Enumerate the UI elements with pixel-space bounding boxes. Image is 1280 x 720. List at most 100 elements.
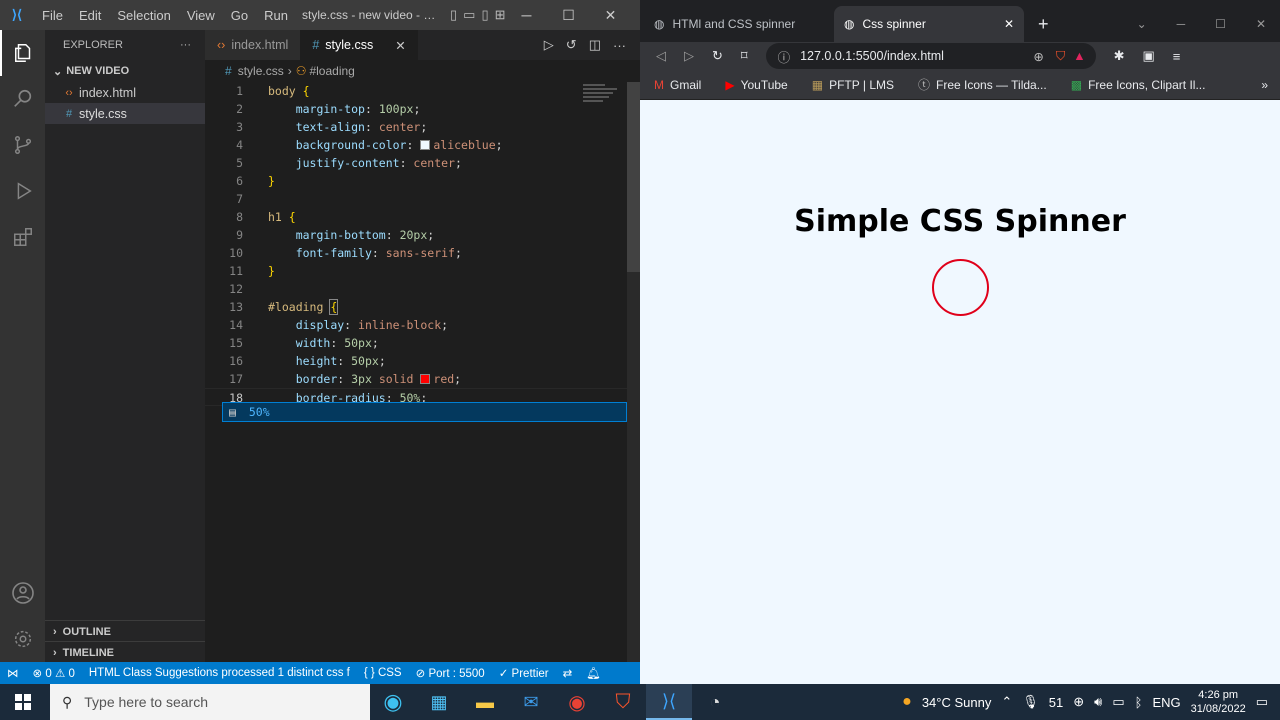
vscode-taskbar-icon[interactable]: ⟩⟨ bbox=[646, 684, 692, 720]
battery-icon[interactable]: ▭ bbox=[1112, 694, 1124, 710]
network-icon[interactable]: ⊕ bbox=[1073, 694, 1084, 710]
outline-section[interactable]: › OUTLINE bbox=[45, 620, 205, 643]
globe-icon: ◍ bbox=[654, 17, 665, 31]
menu-edit[interactable]: Edit bbox=[71, 8, 109, 23]
code-line: 10 font-family: sans-serif; bbox=[229, 246, 462, 260]
back-icon[interactable]: ◁ bbox=[656, 48, 666, 64]
extensions-icon[interactable] bbox=[0, 214, 45, 260]
wallet-icon[interactable]: ▣ bbox=[1142, 48, 1154, 64]
close-window-button[interactable]: ✕ bbox=[1256, 17, 1266, 31]
language-mode[interactable]: { } CSS bbox=[357, 667, 409, 679]
bookmark-youtube[interactable]: ▶ YouTube bbox=[725, 78, 787, 92]
tab-style-css[interactable]: # style.css ✕ bbox=[300, 30, 418, 60]
brave-rewards-icon[interactable]: ▲ bbox=[1073, 49, 1085, 63]
problems-indicator[interactable]: ⊗ 0 ⚠ 0 bbox=[26, 666, 82, 680]
prettier-status[interactable]: ✓ Prettier bbox=[492, 666, 556, 680]
bookmark-free-icons-clipart[interactable]: ▩ Free Icons, Clipart Il... bbox=[1071, 78, 1206, 92]
search-icon[interactable] bbox=[0, 76, 45, 122]
account-icon[interactable] bbox=[0, 570, 45, 616]
remote-icon[interactable]: ⋈ bbox=[0, 666, 26, 680]
new-tab-button[interactable]: + bbox=[1024, 6, 1049, 42]
forward-icon[interactable]: ▷ bbox=[684, 48, 694, 64]
weather-text[interactable]: 34°C Sunny bbox=[922, 695, 992, 710]
menu-file[interactable]: File bbox=[34, 8, 71, 23]
more-actions-icon[interactable]: ··· bbox=[180, 39, 191, 51]
bookmark-pftp-lms[interactable]: ▦ PFTP | LMS bbox=[812, 78, 894, 92]
more-bookmarks-icon[interactable]: » bbox=[1261, 78, 1280, 92]
file-style-css[interactable]: # style.css bbox=[45, 103, 205, 124]
microphone-icon[interactable]: 🎙︎ bbox=[1022, 694, 1039, 710]
run-debug-icon[interactable] bbox=[0, 168, 45, 214]
maximize-button[interactable]: ☐ bbox=[1215, 17, 1226, 31]
clock[interactable]: 4:26 pm 31/08/2022 bbox=[1191, 688, 1246, 716]
volume-icon[interactable]: 🔊︎ bbox=[1094, 694, 1102, 710]
minimap[interactable] bbox=[583, 82, 627, 122]
browser-menu-icon[interactable]: ≡ bbox=[1173, 49, 1181, 64]
bookmark-gmail[interactable]: M Gmail bbox=[654, 78, 701, 92]
language-indicator[interactable]: ENG bbox=[1152, 695, 1180, 710]
tab-search-icon[interactable]: ⌄ bbox=[1137, 17, 1147, 31]
taskbar-search[interactable]: ⚲ Type here to search bbox=[50, 684, 370, 720]
mail-icon[interactable]: ✉ bbox=[508, 684, 554, 720]
autocomplete-suggestion[interactable]: ▤ 50% bbox=[222, 402, 627, 422]
windows-start-icon[interactable] bbox=[0, 684, 46, 720]
notifications-bell-icon[interactable]: 🔔︎ bbox=[579, 666, 608, 680]
manage-gear-icon[interactable] bbox=[0, 616, 45, 662]
more-actions-icon[interactable]: ··· bbox=[613, 38, 626, 53]
zoom-icon[interactable]: ⊕ bbox=[1033, 49, 1043, 64]
extensions-icon[interactable]: ✱ bbox=[1114, 48, 1125, 64]
minimize-button[interactable]: ─ bbox=[506, 7, 548, 23]
recorder-icon[interactable]: ◔ bbox=[692, 684, 738, 720]
chevron-up-icon[interactable]: ⌃ bbox=[1001, 694, 1012, 710]
code-editor[interactable]: 1 body { 2 margin-top: 100px; 3 text-alig… bbox=[205, 82, 627, 662]
file-explorer-icon[interactable]: ▬ bbox=[462, 684, 508, 720]
history-icon[interactable]: ↺ bbox=[566, 37, 577, 53]
editor-scrollbar[interactable] bbox=[627, 82, 640, 662]
run-icon[interactable]: ▷ bbox=[544, 37, 554, 53]
store-icon[interactable]: ▦ bbox=[416, 684, 462, 720]
live-server-port[interactable]: ⊘ Port : 5500 bbox=[409, 666, 492, 680]
source-control-icon[interactable] bbox=[0, 122, 45, 168]
timeline-section[interactable]: › TIMELINE bbox=[45, 641, 205, 664]
menu-go[interactable]: Go bbox=[223, 8, 256, 23]
customize-layout-icon[interactable]: ⊞ bbox=[495, 7, 506, 23]
bookmark-free-icons-tilda[interactable]: ⓣ Free Icons — Tilda... bbox=[918, 76, 1047, 93]
close-tab-icon[interactable]: ✕ bbox=[395, 38, 405, 53]
file-index-html[interactable]: ‹› index.html bbox=[45, 82, 205, 103]
notifications-icon[interactable]: ▭ bbox=[1256, 694, 1268, 710]
menu-selection[interactable]: Selection bbox=[109, 8, 178, 23]
chrome-icon[interactable]: ◉ bbox=[554, 684, 600, 720]
split-editor-icon[interactable]: ◫ bbox=[589, 37, 601, 53]
toggle-sidebar-icon[interactable]: ▯ bbox=[450, 7, 457, 23]
tab-title: Css spinner bbox=[862, 17, 926, 31]
brave-icon[interactable]: ⛉ bbox=[600, 684, 646, 720]
bookmark-icon[interactable]: ⌑ bbox=[741, 48, 748, 64]
address-bar[interactable]: ⓘ 127.0.0.1:5500/index.html ⊕ ⛉ ▲ bbox=[765, 43, 1096, 69]
code-line: 6} bbox=[236, 174, 275, 188]
menu-view[interactable]: View bbox=[179, 8, 223, 23]
breadcrumb-file[interactable]: style.css bbox=[238, 64, 284, 78]
tab-index-html[interactable]: ‹› index.html bbox=[205, 30, 301, 60]
brave-shield-icon[interactable]: ⛉ bbox=[1056, 49, 1065, 64]
menu-run[interactable]: Run bbox=[256, 8, 296, 23]
html-file-icon: ‹› bbox=[65, 86, 73, 99]
minimize-button[interactable]: ─ bbox=[1177, 17, 1186, 31]
bluetooth-icon[interactable]: ᛒ bbox=[1135, 695, 1143, 710]
reload-icon[interactable]: ↻ bbox=[712, 48, 723, 64]
feedback-icon[interactable]: ⇄ bbox=[556, 666, 580, 680]
tab-htmi-css-spinner[interactable]: ◍ HTMl and CSS spinner bbox=[644, 6, 834, 42]
edge-icon[interactable]: ◉ bbox=[370, 684, 416, 720]
bookmarks-bar: M Gmail ▶ YouTube ▦ PFTP | LMS ⓣ Free Icons … bbox=[640, 70, 1280, 100]
explorer-icon[interactable] bbox=[0, 30, 45, 76]
status-bar: ⋈ ⊗ 0 ⚠ 0 HTML Class Suggestions process… bbox=[0, 662, 640, 684]
close-window-button[interactable]: ✕ bbox=[590, 7, 632, 24]
toggle-panel-icon[interactable]: ▭ bbox=[463, 7, 475, 23]
tab-css-spinner[interactable]: ◍ Css spinner ✕ bbox=[834, 6, 1024, 42]
close-tab-icon[interactable]: ✕ bbox=[1004, 17, 1014, 31]
folder-section[interactable]: ⌄ NEW VIDEO bbox=[45, 60, 205, 82]
toggle-secondary-icon[interactable]: ▯ bbox=[481, 7, 488, 23]
breadcrumb-symbol[interactable]: #loading bbox=[309, 64, 354, 78]
maximize-button[interactable]: ☐ bbox=[548, 7, 590, 24]
editor-actions: ▷ ↺ ◫ ··· bbox=[544, 30, 640, 60]
loading-spinner bbox=[931, 259, 989, 316]
